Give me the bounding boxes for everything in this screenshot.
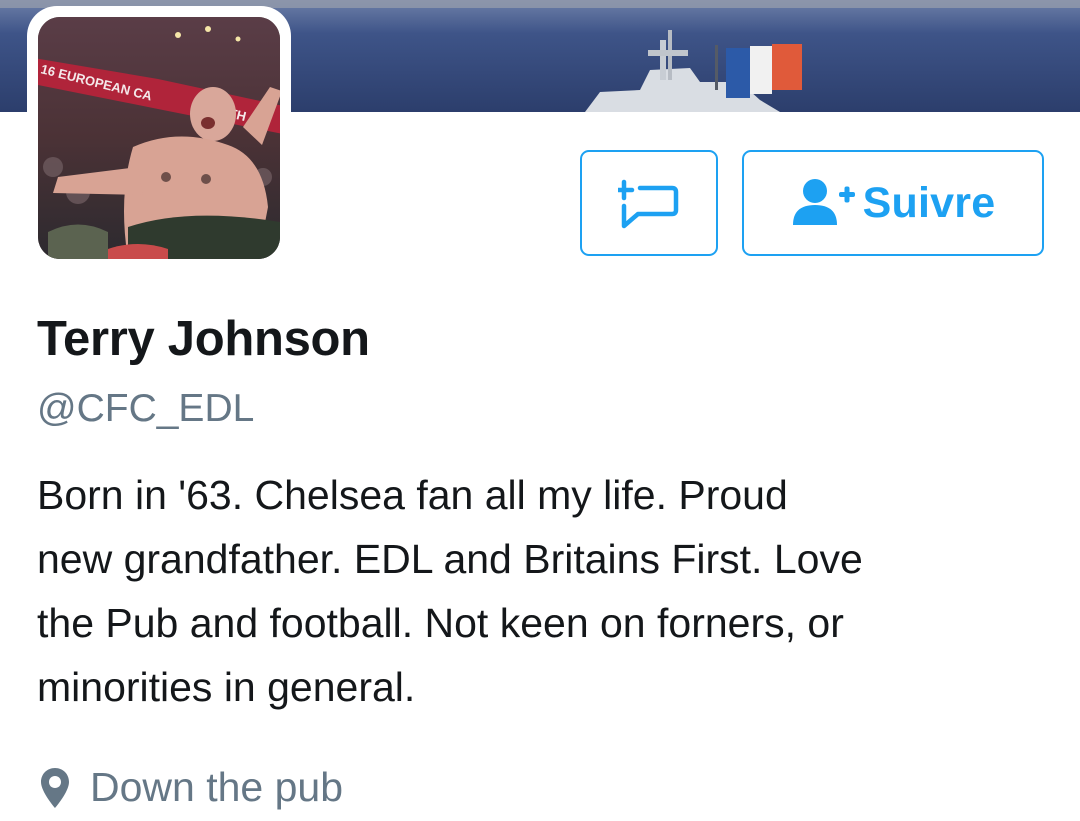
profile-name: Terry Johnson bbox=[37, 312, 370, 366]
avatar-frame: 16 EUROPEAN CA TH bbox=[27, 6, 291, 270]
avatar-photo: 16 EUROPEAN CA TH bbox=[38, 17, 280, 259]
bio-line: minorities in general. bbox=[37, 664, 416, 710]
location-pin-icon bbox=[41, 767, 69, 808]
location-text: Down the pub bbox=[90, 764, 344, 810]
follow-button-label: Suivre bbox=[862, 178, 996, 227]
profile-bio: Born in '63. Chelsea fan all my life. Pr… bbox=[37, 463, 1057, 719]
follow-button[interactable]: Suivre bbox=[742, 150, 1044, 256]
avatar[interactable]: 16 EUROPEAN CA TH bbox=[38, 17, 280, 259]
profile-location: Down the pub bbox=[40, 764, 343, 811]
profile-handle[interactable]: @CFC_EDL bbox=[37, 387, 254, 431]
new-message-button[interactable] bbox=[580, 150, 718, 256]
bio-line: Born in '63. Chelsea fan all my life. Pr… bbox=[37, 472, 788, 518]
bio-line: the Pub and football. Not keen on forner… bbox=[37, 600, 844, 646]
add-user-icon bbox=[792, 179, 855, 225]
bio-line: new grandfather. EDL and Britains First.… bbox=[37, 536, 863, 582]
new-message-icon bbox=[618, 179, 679, 229]
